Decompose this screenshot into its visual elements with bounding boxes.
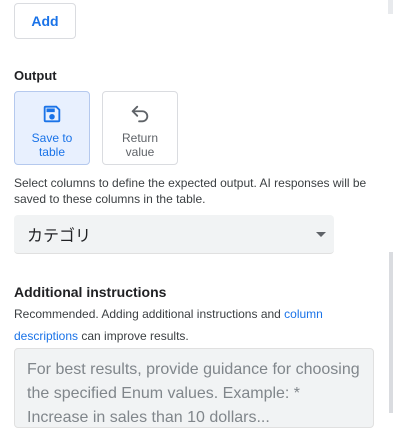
return-value-button[interactable]: Return value <box>102 91 178 165</box>
return-value-label: Return value <box>121 131 159 159</box>
return-arrow-icon <box>131 105 149 123</box>
instructions-textarea[interactable]: For best results, provide guidance for c… <box>14 348 374 428</box>
instructions-placeholder: For best results, provide guidance for c… <box>27 361 360 426</box>
instructions-description: Recommended. Adding additional instructi… <box>14 303 364 347</box>
output-column-select[interactable]: カテゴリ <box>14 215 334 254</box>
instructions-desc-prefix: Recommended. Adding additional instructi… <box>14 307 285 321</box>
output-section-title: Output <box>14 68 57 83</box>
scrollbar-top[interactable] <box>388 0 393 14</box>
chevron-down-icon <box>316 232 326 237</box>
save-to-table-label: Save to table <box>31 131 73 159</box>
scrollbar-bottom[interactable] <box>389 252 393 413</box>
instructions-desc-suffix: can improve results. <box>78 329 189 343</box>
output-column-value: カテゴリ <box>27 228 92 245</box>
add-button[interactable]: Add <box>14 3 76 39</box>
output-help-text: Select columns to define the expected ou… <box>14 176 367 206</box>
save-to-table-button[interactable]: Save to table <box>14 91 90 165</box>
save-icon <box>43 105 61 123</box>
instructions-title: Additional instructions <box>14 284 167 300</box>
